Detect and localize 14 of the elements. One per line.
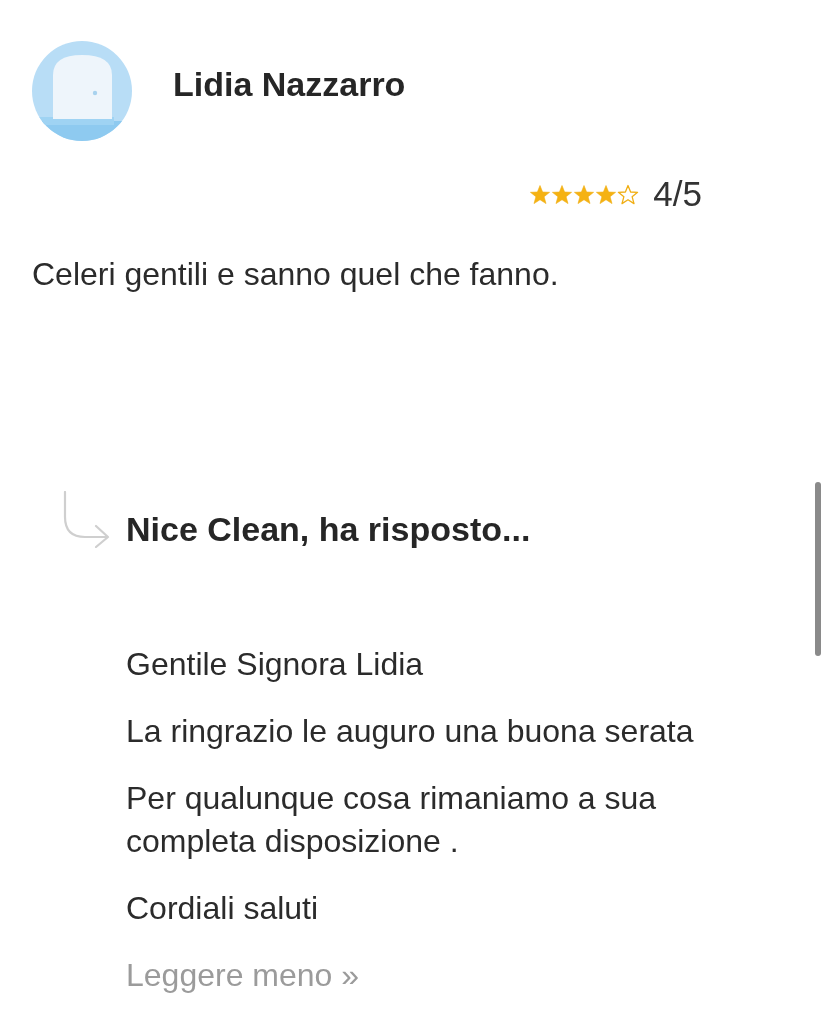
rating-score: 4/5: [653, 174, 702, 214]
star-filled-icon: [573, 183, 596, 205]
star-filled-icon: [551, 183, 574, 205]
reply-heading: Nice Clean, ha risposto...: [126, 509, 531, 549]
reply-arrow-icon: [63, 491, 110, 548]
author-name: Lidia Nazzarro: [173, 64, 406, 104]
star-filled-icon: [595, 183, 618, 205]
reply-paragraph: Cordiali saluti: [126, 889, 319, 928]
star-filled-icon: [529, 183, 552, 205]
reply-paragraph: La ringrazio le auguro una buona serata: [126, 712, 694, 751]
reply-paragraph: Gentile Signora Lidia: [126, 645, 424, 684]
reply-paragraph: Per qualunque cosa rimaniamo a sua completa disposizione .: [126, 779, 658, 861]
review-text: Celeri gentili e sanno quel che fanno.: [32, 255, 559, 294]
read-less-link[interactable]: Leggere meno »: [126, 954, 360, 997]
